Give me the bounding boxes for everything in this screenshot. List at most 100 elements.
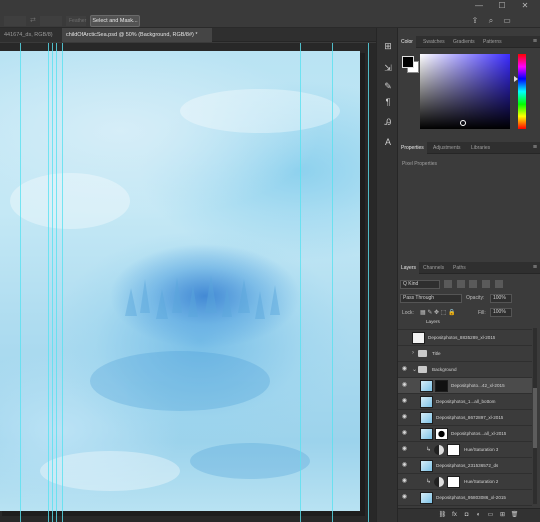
- tab-layers[interactable]: Layers: [398, 262, 420, 274]
- color-picker-field[interactable]: [420, 54, 510, 129]
- filter-smart-icon[interactable]: [494, 280, 503, 288]
- eye-icon[interactable]: ◉: [401, 478, 408, 485]
- layer-row[interactable]: ◉ Depositphotos_1...all_bottom: [398, 394, 532, 410]
- properties-label: Pixel Properties: [402, 161, 438, 167]
- type-icon[interactable]: A: [382, 136, 394, 148]
- layer-row[interactable]: ◉ Depositphotos_231536572_ds: [398, 458, 532, 474]
- color-picker-cursor[interactable]: [460, 120, 466, 126]
- layer-row[interactable]: ◉ ↳ Hue/Saturation 2: [398, 474, 532, 490]
- fx-icon[interactable]: fx: [450, 511, 459, 520]
- adjust-icon[interactable]: ⇲: [382, 62, 394, 74]
- trash-icon[interactable]: 🗑: [510, 511, 519, 520]
- hue-slider-handle[interactable]: [514, 76, 518, 82]
- brush-settings-icon[interactable]: ✎: [382, 80, 394, 92]
- select-and-mask-button[interactable]: Select and Mask...: [90, 15, 140, 27]
- layer-thumbnail: [420, 492, 433, 504]
- tab-document-1[interactable]: 441674_ds, RGB/8): [0, 28, 62, 42]
- new-layer-icon[interactable]: ⊞: [498, 511, 507, 520]
- align-icon[interactable]: ⊞: [382, 40, 394, 52]
- filter-pixel-icon[interactable]: [444, 280, 452, 288]
- hue-slider[interactable]: [518, 54, 526, 129]
- character-icon[interactable]: Ꭿ: [382, 116, 394, 128]
- maximize-button[interactable]: ☐: [497, 1, 507, 11]
- tab-channels[interactable]: Channels: [420, 262, 447, 274]
- filter-adjust-icon[interactable]: [456, 280, 465, 288]
- tab-swatches[interactable]: Swatches: [420, 36, 448, 48]
- link-icon[interactable]: ⛓: [438, 511, 447, 520]
- right-panels: Color Swatches Gradients Patterns ≡ Prop…: [398, 28, 540, 522]
- tab-color[interactable]: Color: [398, 36, 416, 48]
- lock-icons[interactable]: ▦ ✎ ✥ ⬚ 🔒: [420, 309, 456, 316]
- feather-field[interactable]: Feather: [66, 16, 86, 26]
- guide-line: [56, 43, 57, 522]
- eye-icon[interactable]: ◉: [401, 398, 408, 405]
- chevron-right-icon[interactable]: ›: [412, 350, 414, 356]
- layer-thumbnail: [420, 460, 433, 472]
- tab-libraries[interactable]: Libraries: [468, 142, 493, 154]
- layer-filter-kind[interactable]: Q Kind: [400, 280, 440, 289]
- paragraph-icon[interactable]: ¶: [382, 96, 394, 108]
- tab-gradients[interactable]: Gradients: [450, 36, 478, 48]
- share-icon[interactable]: ⇪: [470, 16, 480, 26]
- layer-row[interactable]: ◉ ↳ Hue/Saturation 3: [398, 442, 532, 458]
- layer-row[interactable]: › Title: [398, 346, 532, 362]
- swap-icon[interactable]: ⇄: [30, 16, 36, 24]
- layers-panel-tabs: Layers Channels Paths ≡: [398, 262, 540, 274]
- filter-shape-icon[interactable]: [482, 280, 491, 288]
- tab-adjustments[interactable]: Adjustments: [430, 142, 464, 154]
- eye-icon[interactable]: ◉: [401, 430, 408, 437]
- eye-icon[interactable]: ◉: [401, 462, 408, 469]
- guide-line: [300, 43, 301, 522]
- fill-field[interactable]: 100%: [490, 308, 512, 317]
- chevron-down-icon[interactable]: ⌄: [412, 366, 417, 373]
- layer-name: Depositphotos_95803086_xl-2015: [436, 495, 506, 500]
- tab-paths[interactable]: Paths: [450, 262, 469, 274]
- folder-icon: [418, 366, 427, 373]
- layer-row-selected[interactable]: ◉ Depositphoto...42_xl-2015: [398, 378, 532, 394]
- adjustment-icon[interactable]: ◐: [474, 511, 483, 520]
- guide-line: [62, 43, 63, 522]
- guide-line: [20, 43, 21, 522]
- layers-scrollbar-thumb[interactable]: [533, 388, 537, 448]
- width-field[interactable]: [4, 16, 26, 26]
- layer-list: Layers Depositphotos_8835289_xl-2015 › T…: [398, 320, 532, 508]
- layer-row[interactable]: ◉ ⌄ Background: [398, 362, 532, 378]
- workspace-icon[interactable]: ▭: [502, 16, 512, 26]
- layer-row[interactable]: ◉ Depositphotos_8672897_xl-2015: [398, 410, 532, 426]
- canvas-shadow: [360, 53, 365, 513]
- tab-properties[interactable]: Properties: [398, 142, 427, 154]
- mask-icon[interactable]: ◘: [462, 511, 471, 520]
- opacity-field[interactable]: 100%: [490, 294, 512, 303]
- layer-row[interactable]: Layers: [398, 320, 532, 330]
- close-button[interactable]: ✕: [520, 1, 530, 11]
- guide-line: [332, 43, 333, 522]
- document-canvas[interactable]: [0, 51, 360, 511]
- layer-thumbnail: [420, 412, 433, 424]
- guide-line: [48, 43, 49, 522]
- minimize-button[interactable]: —: [474, 1, 484, 11]
- eye-icon[interactable]: ◉: [401, 414, 408, 421]
- layer-row[interactable]: ◉ Depositphotos_95803086_xl-2015: [398, 490, 532, 506]
- group-icon[interactable]: ▭: [486, 511, 495, 520]
- panel-menu-icon[interactable]: ≡: [533, 262, 537, 273]
- layer-thumbnail: [412, 332, 425, 344]
- eye-icon[interactable]: ◉: [401, 494, 408, 501]
- eye-icon[interactable]: ◉: [401, 382, 408, 389]
- layer-thumbnail: [420, 380, 433, 392]
- eye-icon[interactable]: ◉: [401, 446, 408, 453]
- height-field[interactable]: [40, 16, 62, 26]
- tab-patterns[interactable]: Patterns: [480, 36, 505, 48]
- filter-type-icon[interactable]: [469, 280, 478, 288]
- layer-name: Hue/Saturation 3: [464, 447, 499, 452]
- canvas-workspace[interactable]: [0, 43, 376, 522]
- layer-row[interactable]: ◉ Depositphotos...all_xl-2015: [398, 426, 532, 442]
- search-icon[interactable]: ⌕: [486, 16, 496, 26]
- panel-menu-icon[interactable]: ≡: [533, 36, 537, 47]
- blend-mode-select[interactable]: Pass Through: [400, 294, 462, 303]
- tab-document-active[interactable]: childOfArcticSea.psd @ 50% (Background, …: [62, 28, 212, 42]
- panel-menu-icon[interactable]: ≡: [533, 142, 537, 153]
- foreground-color-swatch[interactable]: [402, 56, 414, 68]
- eye-icon[interactable]: ◉: [401, 366, 408, 373]
- layer-row[interactable]: Depositphotos_8835289_xl-2015: [398, 330, 532, 346]
- layer-thumbnail: [420, 396, 433, 408]
